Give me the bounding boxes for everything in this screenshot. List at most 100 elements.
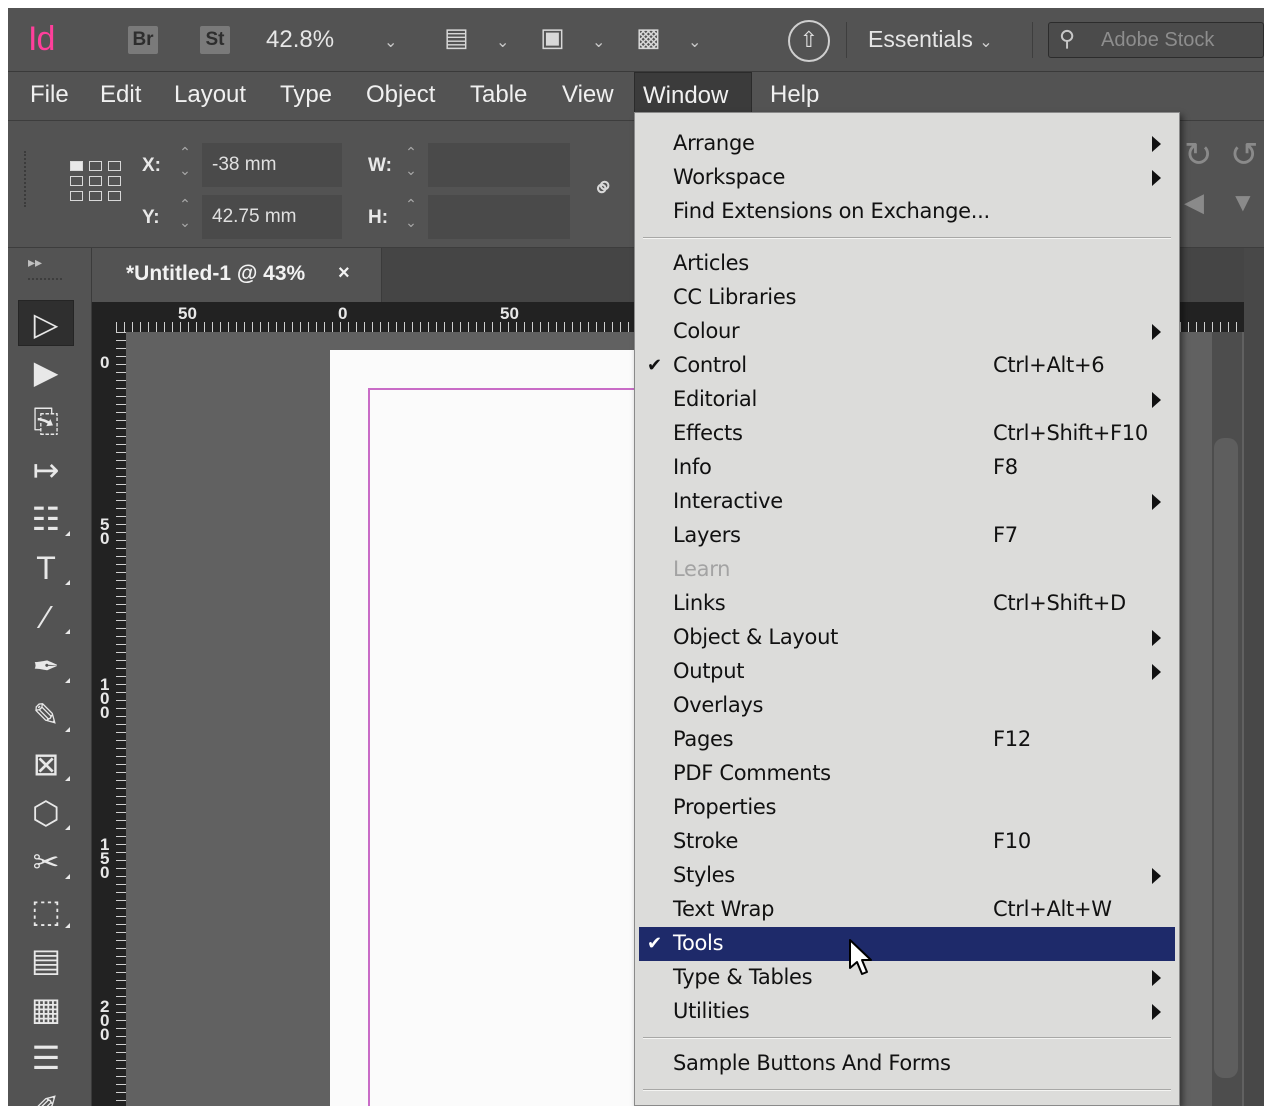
- document-tab[interactable]: *Untitled-1 @ 43% ×: [92, 248, 382, 302]
- gradient-feather-tool-icon[interactable]: ▦: [18, 986, 74, 1032]
- ruler-label: 100: [100, 675, 110, 722]
- x-position-field[interactable]: -38 mm: [202, 143, 342, 187]
- menu-object[interactable]: Object: [358, 72, 443, 120]
- collapse-panel-icon[interactable]: ▸▸: [28, 254, 42, 271]
- menu-item-sample-buttons-and-forms[interactable]: Sample Buttons And Forms: [639, 1047, 1175, 1081]
- constrain-proportions-icon[interactable]: ⚭: [584, 168, 624, 208]
- menu-item-output[interactable]: Output: [639, 655, 1175, 689]
- menu-item-pdf-comments[interactable]: PDF Comments: [639, 757, 1175, 791]
- width-field[interactable]: [428, 143, 570, 187]
- flyout-indicator-icon: [65, 531, 70, 536]
- menu-item-editorial[interactable]: Editorial: [639, 383, 1175, 417]
- menu-item-overlays[interactable]: Overlays: [639, 689, 1175, 723]
- stock-search-input[interactable]: ⚲ Adobe Stock: [1048, 22, 1264, 58]
- indesign-window: Id Br St 42.8% ⌄ ▤ ⌄ ▣ ⌄ ▩ ⌄ ⇧ Essential…: [8, 8, 1264, 1106]
- arrange-documents-icon[interactable]: ▩: [636, 22, 661, 53]
- menu-item-text-wrap[interactable]: Text Wrap Ctrl+Alt+W: [639, 893, 1175, 927]
- x-stepper-icon[interactable]: ⌃ ⌄: [172, 143, 198, 187]
- flyout-indicator-icon: [65, 580, 70, 585]
- zoom-level[interactable]: 42.8%: [266, 26, 334, 54]
- menu-item-label: Properties: [673, 795, 777, 819]
- menu-item-workspace[interactable]: Workspace: [639, 161, 1175, 195]
- menu-item-label: Layers: [673, 523, 741, 547]
- page-tool-icon[interactable]: ⎘: [18, 398, 74, 444]
- flyout-indicator-icon: [65, 825, 70, 830]
- menu-item-interactive[interactable]: Interactive: [639, 485, 1175, 519]
- menu-item-links[interactable]: Links Ctrl+Shift+D: [639, 587, 1175, 621]
- note-tool-icon[interactable]: ☰: [18, 1035, 74, 1081]
- menu-item-arrange[interactable]: Arrange: [639, 127, 1175, 161]
- arrange-documents-chevron-icon[interactable]: ⌄: [688, 32, 701, 52]
- gap-tool-icon[interactable]: ↦: [18, 447, 74, 493]
- menu-item-object-layout[interactable]: Object & Layout: [639, 621, 1175, 655]
- menu-item-colour[interactable]: Colour: [639, 315, 1175, 349]
- menu-item-stroke[interactable]: Stroke F10: [639, 825, 1175, 859]
- flyout-indicator-icon: [65, 923, 70, 928]
- menu-item-layers[interactable]: Layers F7: [639, 519, 1175, 553]
- menu-item-effects[interactable]: Effects Ctrl+Shift+F10: [639, 417, 1175, 451]
- menu-item-info[interactable]: Info F8: [639, 451, 1175, 485]
- rotate-clockwise-icon[interactable]: ↻: [1184, 135, 1213, 175]
- panel-grip[interactable]: [28, 278, 62, 280]
- content-collector-tool-icon[interactable]: ☷: [18, 496, 74, 542]
- direct-selection-tool-icon[interactable]: ▶: [18, 349, 74, 395]
- menu-view[interactable]: View: [554, 72, 622, 120]
- view-options-icon[interactable]: ▤: [444, 22, 469, 53]
- height-field[interactable]: [428, 195, 570, 239]
- panel-grip[interactable]: [24, 151, 28, 207]
- menu-layout[interactable]: Layout: [166, 72, 254, 120]
- menu-type[interactable]: Type: [272, 72, 340, 120]
- menu-item-cc-libraries[interactable]: CC Libraries: [639, 281, 1175, 315]
- reference-point-icon[interactable]: [70, 161, 122, 201]
- menu-item-pages[interactable]: Pages F12: [639, 723, 1175, 757]
- pencil-tool-icon[interactable]: ✎: [18, 692, 74, 738]
- polygon-tool-icon[interactable]: ⬡: [18, 790, 74, 836]
- workspace-switcher[interactable]: Essentials ⌄: [868, 26, 993, 53]
- submenu-arrow-icon: [1152, 970, 1161, 986]
- flip-vertical-icon[interactable]: ▼: [1230, 187, 1256, 218]
- right-panel-dock: [1244, 248, 1264, 1106]
- submenu-arrow-icon: [1152, 170, 1161, 186]
- bridge-button[interactable]: Br: [128, 26, 158, 54]
- menu-separator: [643, 1089, 1171, 1091]
- flip-horizontal-icon[interactable]: ◀: [1184, 187, 1204, 218]
- menu-item-tools[interactable]: ✔ Tools: [639, 927, 1175, 961]
- zoom-dropdown-icon[interactable]: ⌄: [384, 32, 397, 52]
- rotate-counterclockwise-icon[interactable]: ↺: [1230, 135, 1259, 175]
- menu-item-shortcut: F7: [993, 523, 1018, 547]
- screen-mode-icon[interactable]: ▣: [540, 22, 565, 53]
- menu-item-label: Control: [673, 353, 747, 377]
- selection-tool-icon[interactable]: ▷: [18, 300, 74, 346]
- h-stepper-icon[interactable]: ⌃ ⌄: [398, 195, 424, 239]
- menu-item-control[interactable]: ✔ Control Ctrl+Alt+6: [639, 349, 1175, 383]
- scissors-tool-icon[interactable]: ✂: [18, 839, 74, 885]
- menu-item-find-extensions-on-exchange[interactable]: Find Extensions on Exchange...: [639, 195, 1175, 229]
- rectangle-frame-tool-icon[interactable]: ⊠: [18, 741, 74, 787]
- menu-table[interactable]: Table: [462, 72, 535, 120]
- eyedropper-tool-icon[interactable]: ✐: [18, 1084, 74, 1106]
- menu-item-styles[interactable]: Styles: [639, 859, 1175, 893]
- pen-tool-icon[interactable]: ✒: [18, 643, 74, 689]
- view-options-chevron-icon[interactable]: ⌄: [496, 32, 509, 52]
- close-icon[interactable]: ×: [338, 262, 350, 285]
- menu-edit[interactable]: Edit: [92, 72, 149, 120]
- w-stepper-icon[interactable]: ⌃ ⌄: [398, 143, 424, 187]
- menu-item-articles[interactable]: Articles: [639, 247, 1175, 281]
- y-stepper-icon[interactable]: ⌃ ⌄: [172, 195, 198, 239]
- gradient-swatch-tool-icon[interactable]: ▤: [18, 937, 74, 983]
- checkmark-icon: ✔: [647, 933, 663, 953]
- menu-item-type-tables[interactable]: Type & Tables: [639, 961, 1175, 995]
- menu-item-label: Interactive: [673, 489, 783, 513]
- line-tool-icon[interactable]: ∕: [18, 594, 74, 640]
- type-tool-icon[interactable]: T: [18, 545, 74, 591]
- menu-item-utilities[interactable]: Utilities: [639, 995, 1175, 1029]
- publish-online-icon[interactable]: ⇧: [788, 20, 830, 62]
- menu-item-properties[interactable]: Properties: [639, 791, 1175, 825]
- y-position-field[interactable]: 42.75 mm: [202, 195, 342, 239]
- scrollbar-thumb[interactable]: [1214, 438, 1238, 1078]
- menu-file[interactable]: File: [22, 72, 77, 120]
- screen-mode-chevron-icon[interactable]: ⌄: [592, 32, 605, 52]
- stock-button[interactable]: St: [200, 26, 230, 54]
- vertical-ruler[interactable]: 0 50 100 150 200: [92, 332, 126, 1106]
- free-transform-tool-icon[interactable]: ⬚: [18, 888, 74, 934]
